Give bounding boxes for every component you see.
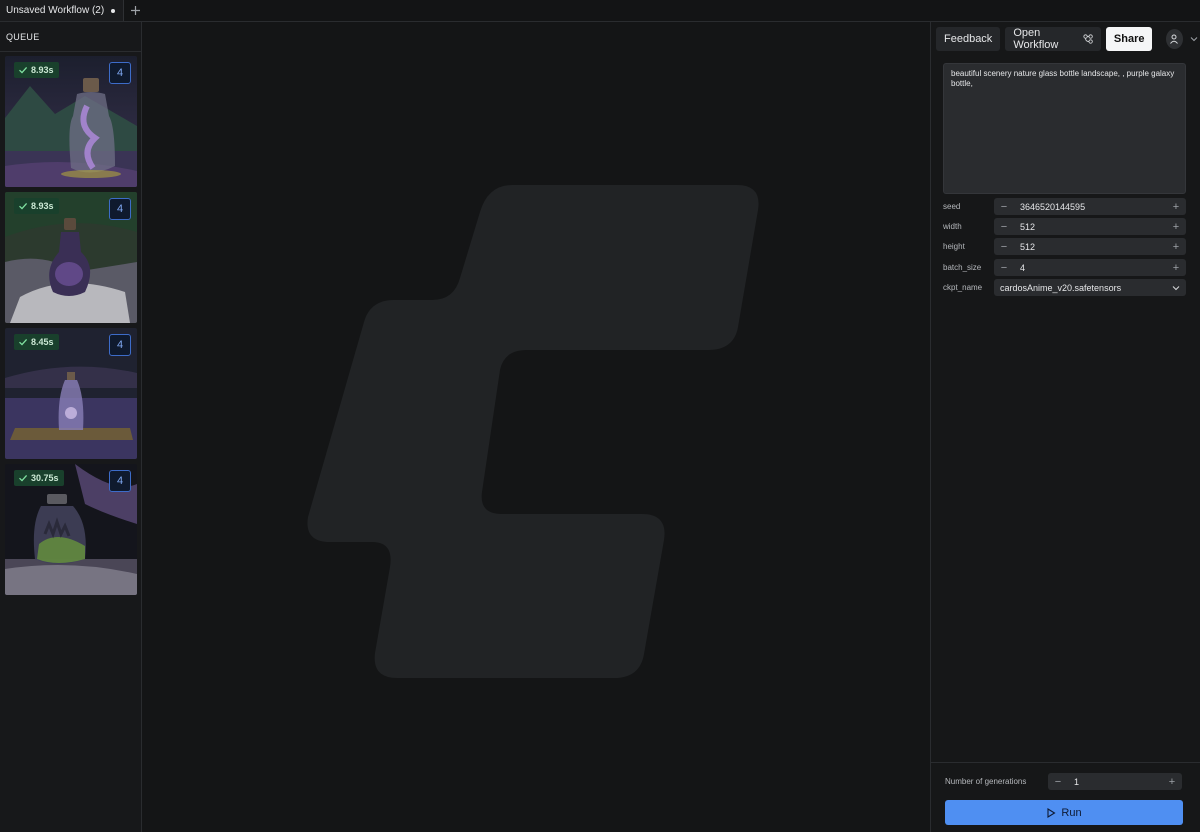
queue-title: QUEUE: [0, 22, 141, 52]
param-label: seed: [943, 202, 961, 211]
generations-row: Number of generations − 1 +: [945, 773, 1185, 790]
batch-size-stepper[interactable]: − 4 +: [994, 259, 1186, 276]
seed-value[interactable]: 3646520144595: [1014, 202, 1166, 212]
plus-icon[interactable]: +: [1162, 773, 1182, 790]
chevron-down-icon: [1190, 37, 1198, 42]
width-stepper[interactable]: − 512 +: [994, 218, 1186, 235]
share-button[interactable]: Share: [1105, 27, 1153, 51]
duration-badge: 30.75s: [14, 470, 64, 486]
plus-icon[interactable]: +: [1166, 259, 1186, 276]
seed-stepper[interactable]: − 3646520144595 +: [994, 198, 1186, 215]
user-icon: [1170, 34, 1179, 44]
run-section: Number of generations − 1 + Run: [931, 762, 1200, 832]
top-toolbar: Feedback Open Workflow Share: [936, 27, 1200, 51]
param-row-batch-size: batch_size − 4 +: [943, 259, 1186, 276]
chevron-down-icon: [1166, 285, 1186, 291]
plus-icon[interactable]: +: [1166, 198, 1186, 215]
add-tab-button[interactable]: [124, 0, 146, 21]
workflow-icon: [1083, 34, 1093, 44]
queue-item[interactable]: 30.75s 4: [5, 464, 137, 595]
check-icon: [19, 202, 28, 210]
image-count-badge: 4: [109, 470, 131, 492]
generations-label: Number of generations: [945, 777, 1027, 786]
tab-workflow[interactable]: Unsaved Workflow (2): [0, 0, 125, 21]
queue-item[interactable]: 8.93s 4: [5, 56, 137, 187]
check-icon: [19, 474, 28, 482]
param-row-width: width − 512 +: [943, 218, 1186, 235]
plus-icon[interactable]: +: [1166, 238, 1186, 255]
duration-badge: 8.93s: [14, 198, 59, 214]
param-row-ckpt-name: ckpt_name cardosAnime_v20.safetensors: [943, 279, 1186, 296]
minus-icon[interactable]: −: [994, 218, 1014, 235]
image-count-badge: 4: [109, 198, 131, 220]
workflow-canvas[interactable]: [142, 22, 930, 832]
param-label: width: [943, 222, 962, 231]
queue-panel: QUEUE 8.93s 4 8.93s 4 8.45s 4 30.75s 4: [0, 22, 142, 832]
height-value[interactable]: 512: [1014, 242, 1166, 252]
param-row-seed: seed − 3646520144595 +: [943, 198, 1186, 215]
unsaved-dot-icon: [111, 8, 116, 13]
inputs-panel: Feedback Open Workflow Share beautiful s…: [930, 22, 1200, 832]
width-value[interactable]: 512: [1014, 222, 1166, 232]
tab-bar: Unsaved Workflow (2): [0, 0, 1200, 22]
queue-item[interactable]: 8.93s 4: [5, 192, 137, 323]
height-stepper[interactable]: − 512 +: [994, 238, 1186, 255]
image-count-badge: 4: [109, 62, 131, 84]
minus-icon[interactable]: −: [1048, 773, 1068, 790]
check-icon: [19, 66, 28, 74]
duration-badge: 8.93s: [14, 62, 59, 78]
minus-icon[interactable]: −: [994, 198, 1014, 215]
minus-icon[interactable]: −: [994, 238, 1014, 255]
param-row-height: height − 512 +: [943, 238, 1186, 255]
account-menu-toggle[interactable]: [1188, 32, 1200, 46]
param-label: batch_size: [943, 263, 982, 272]
image-count-badge: 4: [109, 334, 131, 356]
generations-stepper[interactable]: − 1 +: [1048, 773, 1182, 790]
ckpt-value: cardosAnime_v20.safetensors: [1000, 282, 1122, 293]
user-avatar[interactable]: [1165, 29, 1184, 49]
batch-size-value[interactable]: 4: [1014, 263, 1166, 273]
generations-value[interactable]: 1: [1068, 777, 1162, 787]
tab-label: Unsaved Workflow (2): [6, 5, 105, 16]
plus-icon[interactable]: +: [1166, 218, 1186, 235]
minus-icon[interactable]: −: [994, 259, 1014, 276]
feedback-button[interactable]: Feedback: [936, 27, 1001, 51]
comfy-logo-icon: [307, 185, 759, 678]
param-label: height: [943, 242, 965, 251]
prompt-textarea[interactable]: beautiful scenery nature glass bottle la…: [943, 63, 1186, 194]
play-icon: [1047, 807, 1056, 818]
duration-badge: 8.45s: [14, 334, 59, 350]
param-label: ckpt_name: [943, 283, 983, 292]
ckpt-select[interactable]: cardosAnime_v20.safetensors: [994, 279, 1186, 296]
queue-item[interactable]: 8.45s 4: [5, 328, 137, 459]
plus-icon: [130, 6, 140, 15]
check-icon: [19, 338, 28, 346]
run-button[interactable]: Run: [945, 800, 1183, 825]
open-workflow-button[interactable]: Open Workflow: [1005, 27, 1101, 51]
